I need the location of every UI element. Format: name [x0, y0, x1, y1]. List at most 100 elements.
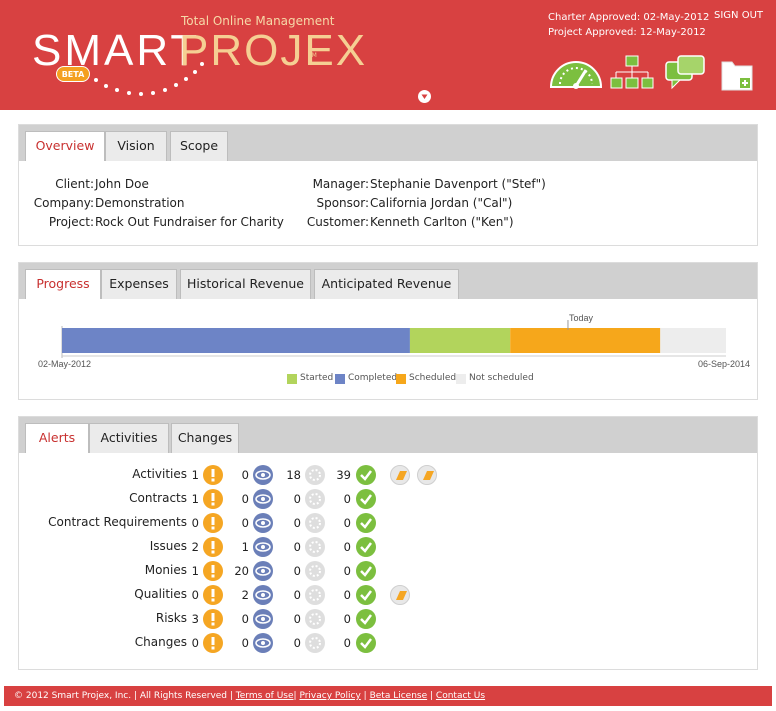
warning-icon[interactable]: [203, 513, 223, 533]
alert-count-pending: 18: [286, 468, 301, 482]
pending-gear-icon[interactable]: [305, 537, 325, 557]
chat-bubbles-icon[interactable]: [664, 54, 706, 95]
overview-panel: Overview Vision Scope Client: John Doe C…: [18, 124, 758, 246]
pending-gear-icon[interactable]: [305, 609, 325, 629]
complete-check-icon[interactable]: [356, 465, 376, 485]
complete-check-icon[interactable]: [356, 489, 376, 509]
tab-alerts[interactable]: Alerts: [25, 423, 89, 453]
pending-gear-icon[interactable]: [305, 465, 325, 485]
alert-count-done: 0: [343, 516, 351, 530]
alert-count-watch: 0: [241, 636, 249, 650]
alert-count-pending: 0: [293, 492, 301, 506]
watch-eye-icon[interactable]: [253, 537, 273, 557]
tab-scope[interactable]: Scope: [170, 131, 228, 161]
customer-label: Customer:: [306, 215, 369, 229]
alert-count-watch: 0: [241, 492, 249, 506]
warning-icon[interactable]: [203, 537, 223, 557]
alert-count-done: 0: [343, 540, 351, 554]
alert-count-warn: 1: [191, 468, 199, 482]
warning-icon[interactable]: [203, 489, 223, 509]
sponsor-value: California Jordan ("Cal"): [370, 196, 513, 210]
dashboard-gauge-icon[interactable]: [548, 54, 604, 93]
warning-icon[interactable]: [203, 585, 223, 605]
priority-flag-icon[interactable]: [417, 465, 437, 485]
today-label: Today: [569, 313, 594, 323]
tab-progress[interactable]: Progress: [25, 269, 101, 299]
tab-changes[interactable]: Changes: [171, 423, 239, 453]
watch-eye-icon[interactable]: [253, 585, 273, 605]
timeline-end-date: 06-Sep-2014: [698, 359, 750, 369]
tab-expenses[interactable]: Expenses: [101, 269, 177, 299]
watch-eye-icon[interactable]: [253, 561, 273, 581]
complete-check-icon[interactable]: [356, 633, 376, 653]
alerts-tab-bar: Alerts Activities Changes: [19, 417, 757, 453]
terms-of-use-link[interactable]: Terms of Use: [236, 691, 294, 701]
alert-row-label: Monies: [144, 563, 187, 577]
legend-swatch-started: [287, 374, 297, 384]
alert-count-done: 0: [343, 612, 351, 626]
new-folder-icon[interactable]: [720, 56, 754, 95]
complete-check-icon[interactable]: [356, 585, 376, 605]
alert-row-label: Qualities: [134, 587, 187, 601]
copyright-text: © 2012 Smart Projex, Inc.: [14, 691, 132, 701]
alert-count-pending: 0: [293, 516, 301, 530]
watch-eye-icon[interactable]: [253, 513, 273, 533]
tab-vision[interactable]: Vision: [105, 131, 167, 161]
alerts-panel: Alerts Activities Changes Activities 1 0 18…: [18, 416, 758, 670]
warning-icon[interactable]: [203, 465, 223, 485]
warning-icon[interactable]: [203, 609, 223, 629]
alert-count-watch: 0: [241, 468, 249, 482]
pending-gear-icon[interactable]: [305, 585, 325, 605]
legend-swatch-not-scheduled: [456, 374, 466, 384]
alert-count-warn: 2: [191, 540, 199, 554]
logo-projex-text: PROJEX: [179, 26, 368, 75]
smartprojex-logo[interactable]: Total Online Management SMART PROJEX TM …: [32, 12, 365, 102]
pending-gear-icon[interactable]: [305, 489, 325, 509]
complete-check-icon[interactable]: [356, 513, 376, 533]
complete-check-icon[interactable]: [356, 609, 376, 629]
sign-out-link[interactable]: SIGN OUT: [714, 10, 763, 21]
legend-started: Started: [300, 373, 334, 383]
rights-text: | All Rights Reserved |: [133, 691, 233, 701]
timeline-segment-completed: [62, 328, 410, 353]
footer-separator: |: [293, 691, 297, 701]
watch-eye-icon[interactable]: [253, 489, 273, 509]
tab-activities[interactable]: Activities: [89, 423, 169, 453]
warning-icon[interactable]: [203, 561, 223, 581]
alert-row-label: Contract Requirements: [48, 515, 187, 529]
contact-us-link[interactable]: Contact Us: [436, 691, 485, 701]
warning-icon[interactable]: [203, 633, 223, 653]
tab-anticipated-revenue[interactable]: Anticipated Revenue: [314, 269, 459, 299]
privacy-policy-link[interactable]: Privacy Policy: [299, 691, 360, 701]
priority-flag-icon[interactable]: [390, 465, 410, 485]
alert-row-label: Changes: [134, 635, 187, 649]
timeline-segment-scheduled: [510, 328, 661, 353]
alert-count-warn: 1: [191, 564, 199, 578]
org-chart-icon[interactable]: [610, 54, 654, 95]
footer-separator: |: [363, 691, 367, 701]
timeline-segment-started: [409, 328, 511, 353]
alert-count-done: 0: [343, 636, 351, 650]
charter-approved-text: Charter Approved: 02-May-2012: [548, 12, 710, 23]
pending-gear-icon[interactable]: [305, 633, 325, 653]
logo-trademark: TM: [308, 52, 317, 59]
beta-license-link[interactable]: Beta License: [370, 691, 428, 701]
watch-eye-icon[interactable]: [253, 609, 273, 629]
pending-gear-icon[interactable]: [305, 561, 325, 581]
alert-count-warn: 0: [191, 516, 199, 530]
complete-check-icon[interactable]: [356, 537, 376, 557]
watch-eye-icon[interactable]: [253, 465, 273, 485]
expand-header-chevron-icon[interactable]: [418, 90, 431, 103]
timeline-start-date: 02-May-2012: [38, 359, 91, 369]
complete-check-icon[interactable]: [356, 561, 376, 581]
project-label: Project:: [48, 215, 94, 229]
tab-historical-revenue[interactable]: Historical Revenue: [180, 269, 311, 299]
overview-tab-bar: Overview Vision Scope: [19, 125, 757, 161]
manager-label: Manager:: [312, 177, 369, 191]
alert-count-warn: 0: [191, 636, 199, 650]
pending-gear-icon[interactable]: [305, 513, 325, 533]
tab-overview[interactable]: Overview: [25, 131, 105, 161]
watch-eye-icon[interactable]: [253, 633, 273, 653]
alert-count-pending: 0: [293, 636, 301, 650]
priority-flag-icon[interactable]: [390, 585, 410, 605]
